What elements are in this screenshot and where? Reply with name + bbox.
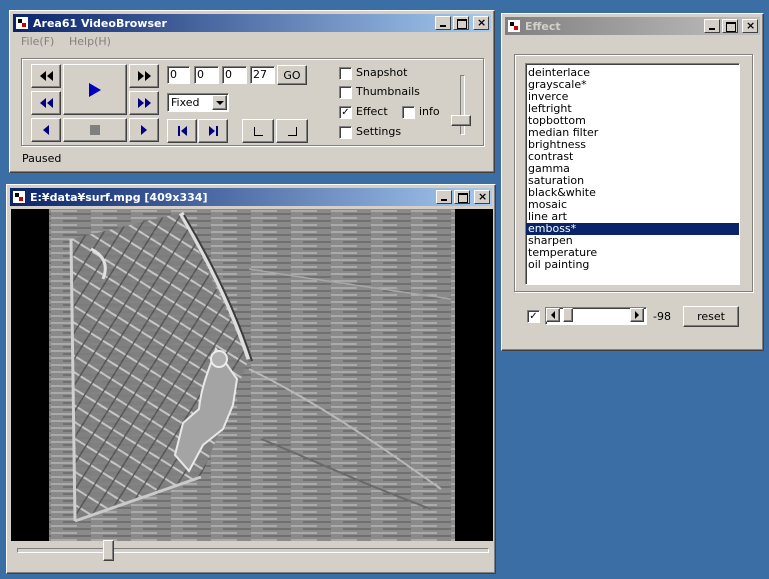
reset-button[interactable]: reset — [683, 306, 739, 327]
go-button[interactable]: GO — [277, 65, 307, 85]
effect-value: -98 — [653, 310, 671, 323]
frame-field-1[interactable]: 0 — [167, 66, 190, 84]
volume-slider-track[interactable] — [460, 75, 465, 135]
thumbnails-checkbox[interactable] — [339, 86, 352, 99]
snapshot-checkbox[interactable] — [339, 67, 352, 80]
frame-field-4[interactable]: 27 — [250, 66, 275, 84]
stop-icon — [90, 125, 100, 135]
step-forward-button[interactable] — [129, 91, 159, 115]
checkmark-icon: ✓ — [529, 311, 538, 322]
frame-back-button[interactable] — [31, 118, 61, 142]
fast-rewind-button[interactable] — [31, 64, 61, 88]
video-window: E:¥data¥surf.mpg [409x334] × — [6, 184, 496, 574]
close-button[interactable]: × — [473, 16, 489, 30]
seek-slider-thumb[interactable] — [103, 540, 114, 561]
play-icon — [89, 82, 101, 97]
close-icon: × — [477, 16, 487, 29]
main-window: Area61 VideoBrowser × File(F) Help(H) 0 … — [9, 10, 495, 173]
minimize-button[interactable] — [436, 190, 452, 204]
mark-out-button[interactable] — [276, 119, 308, 143]
effect-strength-slider[interactable] — [545, 307, 647, 325]
goto-end-button[interactable] — [198, 119, 228, 143]
chevron-down-icon[interactable] — [212, 95, 227, 110]
volume-slider-thumb[interactable] — [451, 115, 471, 126]
arrow-right-icon — [635, 311, 639, 319]
mode-select-value: Fixed — [171, 96, 200, 109]
effect-window: Effect × deinterlace grayscale* inverce lef… — [501, 13, 764, 351]
app-icon — [15, 16, 29, 30]
effect-list-item[interactable]: oil painting — [526, 259, 739, 271]
video-titlebar[interactable]: E:¥data¥surf.mpg [409x334] × — [10, 188, 492, 206]
mode-select[interactable]: Fixed — [167, 93, 229, 112]
effect-titlebar[interactable]: Effect × — [505, 17, 760, 35]
menu-help[interactable]: Help(H) — [69, 35, 111, 48]
effect-window-title: Effect — [525, 19, 561, 33]
close-button[interactable]: × — [742, 19, 758, 33]
slider-right-arrow[interactable] — [630, 308, 644, 322]
settings-checkbox[interactable] — [339, 126, 352, 139]
effect-list-items: deinterlace grayscale* inverce leftright top… — [526, 67, 739, 271]
mark-in-button[interactable] — [242, 119, 274, 143]
skip-end-icon — [208, 126, 218, 136]
settings-label: Settings — [356, 125, 402, 138]
maximize-button[interactable] — [453, 16, 469, 30]
fast-forward-icon — [137, 71, 151, 81]
app-icon — [12, 190, 26, 204]
slider-thumb[interactable] — [563, 308, 573, 322]
effect-list[interactable]: deinterlace grayscale* inverce leftright top… — [525, 63, 740, 285]
step-back-icon — [39, 98, 53, 108]
step-back-button[interactable] — [31, 91, 61, 115]
frame-forward-button[interactable] — [129, 118, 159, 142]
maximize-button[interactable] — [454, 190, 470, 204]
video-frame[interactable] — [11, 209, 493, 541]
video-window-title: E:¥data¥surf.mpg [409x334] — [30, 190, 208, 204]
effect-label: Effect — [356, 105, 388, 118]
frame-field-2[interactable]: 0 — [194, 66, 219, 84]
info-checkbox[interactable] — [402, 106, 415, 119]
maximize-button[interactable] — [722, 19, 738, 33]
mark-in-icon — [253, 126, 263, 136]
frame-field-3[interactable]: 0 — [222, 66, 247, 84]
minimize-button[interactable] — [435, 16, 451, 30]
effect-enable-checkbox[interactable]: ✓ — [527, 310, 540, 323]
goto-start-button[interactable] — [167, 119, 197, 143]
skip-start-icon — [177, 126, 187, 136]
close-button[interactable]: × — [474, 190, 490, 204]
thumbnails-label: Thumbnails — [356, 85, 420, 98]
video-image — [49, 209, 455, 541]
minimize-button[interactable] — [704, 19, 720, 33]
slider-left-arrow[interactable] — [546, 308, 560, 322]
menu-file[interactable]: File(F) — [21, 35, 54, 48]
frame-back-icon — [43, 125, 49, 135]
info-label: info — [419, 105, 440, 118]
checkmark-icon: ✓ — [341, 107, 350, 118]
play-button[interactable] — [63, 64, 127, 115]
fast-forward-button[interactable] — [129, 64, 159, 88]
step-forward-icon — [137, 98, 151, 108]
snapshot-label: Snapshot — [356, 66, 408, 79]
mark-out-icon — [287, 126, 297, 136]
app-icon — [507, 19, 521, 33]
main-window-title: Area61 VideoBrowser — [33, 16, 167, 30]
seek-slider-track[interactable] — [17, 548, 489, 553]
close-icon: × — [478, 190, 488, 203]
main-titlebar[interactable]: Area61 VideoBrowser × — [13, 14, 491, 32]
effect-checkbox[interactable]: ✓ — [339, 106, 352, 119]
close-icon: × — [746, 19, 756, 32]
stop-button[interactable] — [63, 118, 127, 142]
frame-forward-icon — [141, 125, 147, 135]
arrow-left-icon — [551, 311, 555, 319]
fast-rewind-icon — [39, 71, 53, 81]
status-text: Paused — [22, 152, 62, 165]
